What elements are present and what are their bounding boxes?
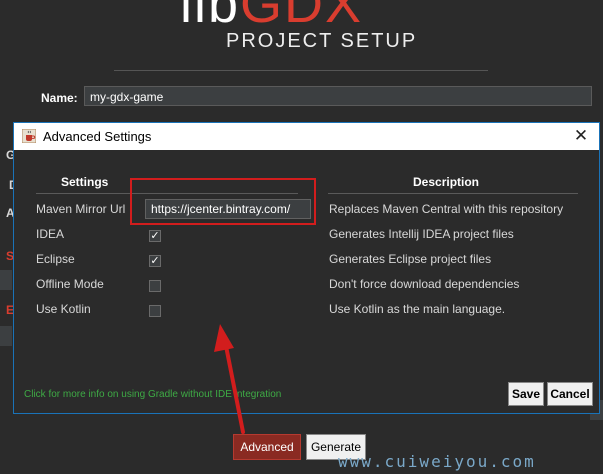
advanced-button[interactable]: Advanced (233, 434, 301, 460)
watermark: www.cuiweiyou.com (338, 452, 536, 471)
annotation-arrow-icon (214, 324, 245, 434)
